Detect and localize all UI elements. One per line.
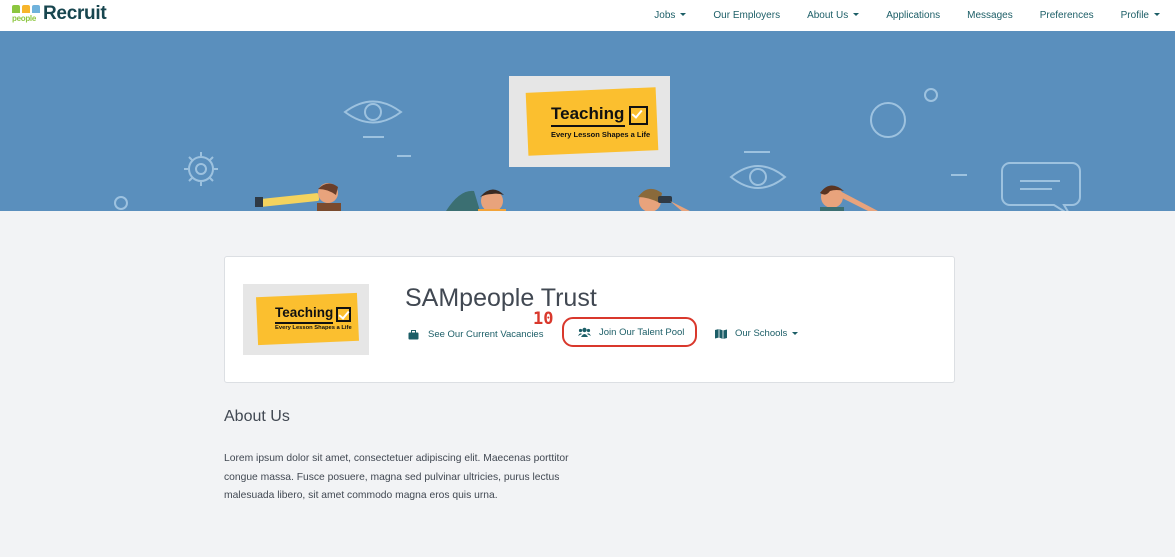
join-talent-pool-button[interactable]: Join Our Talent Pool — [562, 317, 698, 347]
logo-title: Teaching — [275, 305, 334, 320]
employer-logo: Teaching Every Lesson Shapes a Life — [243, 284, 369, 355]
checkbox-icon — [336, 307, 351, 322]
our-schools-dropdown[interactable]: Our Schools — [715, 328, 799, 339]
brand-mark-sub: people — [12, 14, 36, 23]
nav-item-jobs[interactable]: Jobs — [654, 10, 687, 21]
logo-tagline: Every Lesson Shapes a Life — [275, 325, 352, 331]
hero-banner: Teaching Every Lesson Shapes a Life — [0, 31, 1175, 211]
nav-item-messages[interactable]: Messages — [967, 10, 1013, 21]
logo-tagline: Every Lesson Shapes a Life — [551, 130, 651, 139]
briefcase-icon — [408, 329, 420, 340]
map-icon — [715, 328, 727, 339]
top-navbar: people Recruit Jobs Our Employers About … — [0, 0, 1175, 31]
about-heading: About Us — [224, 408, 290, 425]
see-vacancies-link[interactable]: See Our Current Vacancies — [408, 329, 543, 340]
nav-item-about-us[interactable]: About Us — [807, 10, 860, 21]
employer-profile-card: Teaching Every Lesson Shapes a Life SAMp… — [224, 256, 955, 383]
chevron-down-icon — [792, 332, 799, 335]
checkbox-icon — [629, 106, 648, 125]
about-body-text: Lorem ipsum dolor sit amet, consectetuer… — [224, 453, 569, 501]
employer-actions: See Our Current Vacancies Join Our Talen… — [408, 317, 799, 347]
sampeople-logo-icon: people — [12, 3, 40, 25]
chevron-down-icon — [853, 13, 860, 16]
chevron-down-icon — [1154, 13, 1160, 16]
step-annotation: 10 — [533, 309, 554, 329]
nav-item-preferences[interactable]: Preferences — [1040, 10, 1094, 21]
logo-title: Teaching — [551, 104, 625, 123]
users-icon — [578, 327, 591, 337]
nav-links: Jobs Our Employers About Us Applications… — [654, 0, 1175, 31]
gear-icon — [188, 156, 214, 182]
banner-logo: Teaching Every Lesson Shapes a Life — [509, 76, 670, 167]
nav-item-applications[interactable]: Applications — [886, 10, 940, 21]
chevron-down-icon — [680, 13, 687, 16]
employer-name: SAMpeople Trust — [405, 284, 597, 312]
brand-logo[interactable]: people Recruit — [12, 3, 107, 25]
people-illustration — [255, 183, 878, 211]
brand-name: Recruit — [43, 3, 107, 24]
speech-bubble-icon — [1001, 162, 1081, 211]
nav-item-our-employers[interactable]: Our Employers — [713, 10, 780, 21]
nav-item-profile[interactable]: Profile — [1121, 10, 1160, 21]
